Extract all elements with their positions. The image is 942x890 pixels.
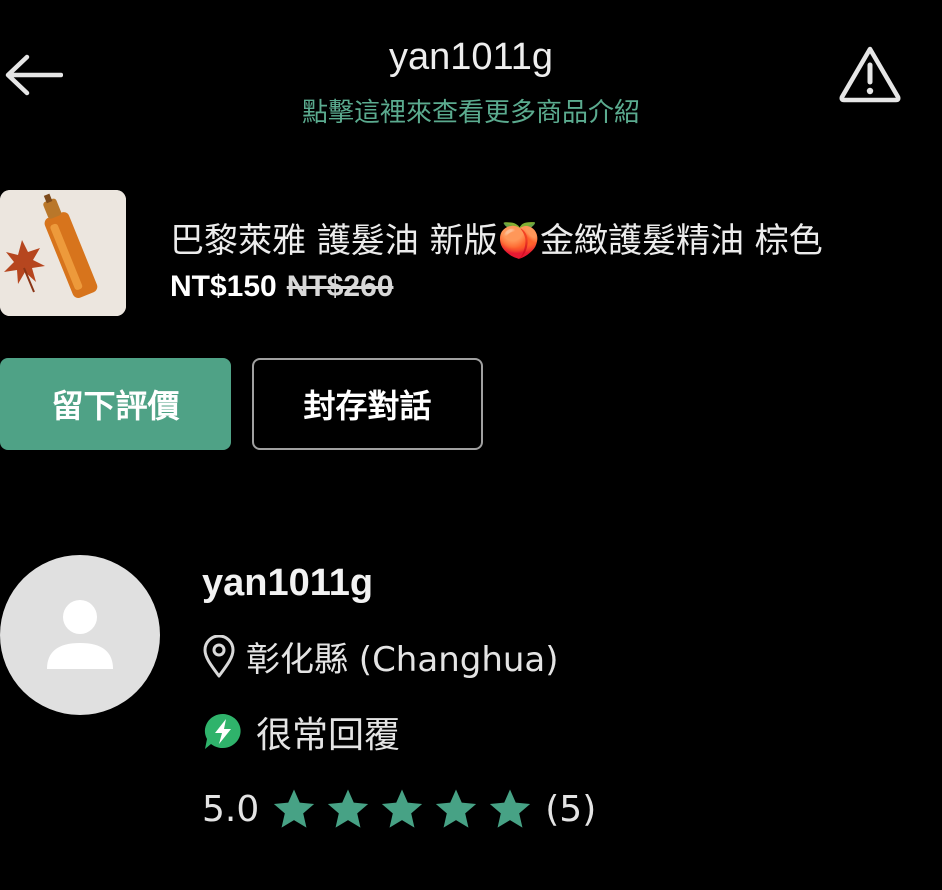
response-rate: 很常回覆 xyxy=(202,706,400,758)
seller-location: 彰化縣 (Changhua) xyxy=(202,632,559,681)
response-text: 很常回覆 xyxy=(256,715,401,756)
star-icon xyxy=(490,789,531,828)
product-image xyxy=(0,190,126,316)
fast-response-icon xyxy=(204,713,241,749)
warning-triangle-icon xyxy=(839,46,901,103)
star-icon xyxy=(274,789,315,828)
product-title[interactable]: 巴黎萊雅 護髮油 新版🍑金緻護髮精油 棕色 xyxy=(170,213,823,262)
seller-name[interactable]: yan1011g xyxy=(202,562,373,605)
product-thumbnail[interactable] xyxy=(0,190,126,316)
leave-review-button[interactable]: 留下評價 xyxy=(0,358,231,450)
report-button[interactable] xyxy=(832,42,908,106)
rating-value: 5.0 xyxy=(202,788,260,830)
avatar[interactable] xyxy=(0,555,160,715)
rating-stars xyxy=(271,786,533,832)
star-icon xyxy=(328,789,369,828)
review-count: (5) xyxy=(545,788,597,830)
seller-rating[interactable]: 5.0 (5) xyxy=(202,786,596,832)
price-row: NT$150 NT$260 xyxy=(170,270,393,304)
product-price: NT$150 xyxy=(170,270,277,303)
user-icon xyxy=(47,600,113,669)
header-title[interactable]: yan1011g xyxy=(0,36,942,79)
star-icon xyxy=(436,789,477,828)
product-original-price: NT$260 xyxy=(286,270,394,303)
header-subtitle-link[interactable]: 點擊這裡來查看更多商品介紹 xyxy=(0,92,942,129)
star-icon xyxy=(382,789,423,828)
location-pin-icon xyxy=(203,634,235,677)
location-text: 彰化縣 (Changhua) xyxy=(246,640,559,680)
archive-chat-button[interactable]: 封存對話 xyxy=(252,358,483,450)
